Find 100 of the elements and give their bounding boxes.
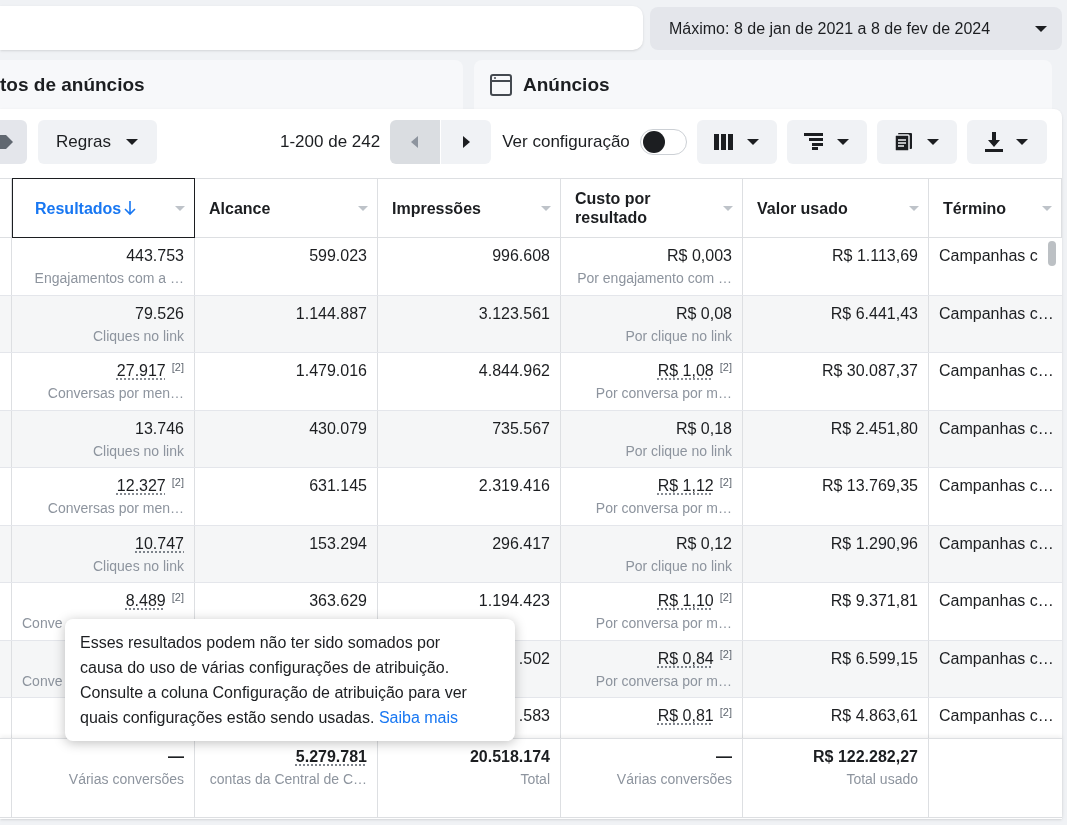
- export-button[interactable]: [966, 119, 1047, 164]
- cell-value: R$ 1.290,96: [830, 534, 918, 552]
- column-header[interactable]: Custo por resultado: [561, 179, 743, 237]
- cell-value: 4.844.962: [478, 362, 550, 379]
- tag-icon: [0, 132, 14, 151]
- cell-value: R$ 1,08: [657, 362, 714, 379]
- next-icon: [462, 135, 471, 148]
- cell-value: 996.608: [492, 247, 550, 264]
- cell-value: 296.417: [492, 534, 550, 552]
- cell-value: 735.567: [492, 419, 550, 437]
- sort-down-icon: [124, 200, 137, 216]
- cell-value: R$ 9.371,81: [830, 592, 918, 609]
- cell-value: R$ 1,12: [657, 477, 714, 494]
- caret-icon: [1014, 137, 1029, 146]
- cell-value: R$ 0,18: [675, 419, 732, 437]
- cell-value: R$ 0,84: [657, 649, 714, 667]
- reports-button[interactable]: [876, 119, 957, 164]
- dropdown-icon: [908, 204, 920, 212]
- cell-caption: Engajamentos com a …: [33, 270, 184, 287]
- cell-value: Campanhas c…: [939, 707, 1054, 724]
- cell-caption: contas da Central de C…: [208, 771, 367, 788]
- cell-value: 599.023: [309, 247, 367, 264]
- cell-value: R$ 0,003: [667, 247, 732, 264]
- cell-value: Campanhas c…: [939, 304, 1054, 322]
- dropdown-icon: [174, 204, 186, 212]
- cell-caption: Por clique no link: [624, 557, 732, 575]
- cell-value: 79.526: [135, 304, 184, 322]
- columns-button[interactable]: [696, 119, 777, 164]
- cell-value: R$ 2.451,80: [830, 419, 918, 437]
- pagination-text: 1-200 de 242: [280, 130, 381, 153]
- footnote-mark: [2]: [171, 475, 184, 488]
- cell-value: R$ 4.863,61: [830, 707, 918, 724]
- cell-value: R$ 1.113,69: [832, 247, 918, 264]
- cell-value: 1.479.016: [295, 362, 367, 379]
- column-header[interactable]: Término: [929, 179, 1062, 237]
- tooltip-text: Esses resultados podem não ter sido somados por causa do uso de várias configurações de atribuição. Consulte a coluna Configuração de atribuição para ver quais configurações estão sendo usadas. Saiba mais: [80, 633, 468, 728]
- column-header[interactable]: Resultados: [12, 178, 195, 238]
- cell-caption: Por conversa por m…: [594, 672, 732, 690]
- cell-value: Campanhas c…: [939, 362, 1054, 379]
- footnote-mark: [2]: [171, 360, 184, 373]
- total-value: 20.518.174: [469, 748, 550, 765]
- column-header[interactable]: Impressões: [378, 179, 561, 237]
- cell-value: .583: [518, 707, 550, 724]
- dropdown-icon: [722, 204, 734, 212]
- cell-caption: Cliques no link: [91, 557, 184, 575]
- cell-caption: Por clique no link: [624, 442, 732, 460]
- cell-caption: Total: [519, 771, 550, 788]
- rules-button[interactable]: Regras: [38, 119, 157, 164]
- tab[interactable]: tos de anúncios: [0, 60, 463, 110]
- cell-value: R$ 30.087,37: [821, 362, 918, 379]
- cell-value: 1.194.423: [478, 592, 550, 609]
- cell-caption: Por conversa por m…: [594, 500, 732, 517]
- cell-value: 1.144.887: [295, 304, 367, 322]
- caret-icon: [1034, 24, 1048, 33]
- date-range-button[interactable]: Máximo: 8 de jan de 2021 a 8 de fev de 2024: [650, 7, 1062, 50]
- cell-caption: Cliques no link: [91, 327, 184, 345]
- scrollbar-thumb[interactable]: [1048, 241, 1056, 266]
- caret-icon: [745, 137, 760, 146]
- footnote-mark: [2]: [719, 705, 732, 718]
- breakdown-icon: [803, 133, 824, 150]
- cell-value: 363.629: [309, 592, 367, 609]
- cell-value: 27.917: [116, 362, 166, 379]
- cell-value: 12.327: [116, 477, 166, 494]
- search-field[interactable]: [0, 6, 643, 50]
- breakdown-button[interactable]: [786, 119, 867, 164]
- cell-value: R$ 6.441,43: [830, 304, 918, 322]
- cell-value: 443.753: [126, 247, 184, 264]
- dropdown-icon: [1041, 204, 1053, 212]
- footnote-mark: [2]: [719, 648, 732, 660]
- cell-caption: Por conversa por m…: [594, 385, 732, 402]
- cell-value: Campanhas c…: [939, 534, 1054, 552]
- cell-value: R$ 0,08: [675, 304, 732, 322]
- cell-value: Campanhas c…: [939, 419, 1054, 437]
- cell-value: R$ 6.599,15: [830, 649, 918, 667]
- cell-caption: Conversas por men…: [46, 500, 184, 517]
- total-value: —: [168, 748, 184, 765]
- toggle-switch[interactable]: [639, 128, 687, 155]
- column-header[interactable]: Valor usado: [743, 179, 929, 237]
- cell-caption: Por engajamento com …: [576, 270, 732, 287]
- caret-icon: [835, 137, 850, 146]
- cell-caption: Conve: [22, 672, 64, 690]
- total-value: 5.279.781: [295, 748, 367, 765]
- cell-caption: Total usado: [845, 771, 918, 788]
- cell-value: R$ 0,81: [657, 707, 714, 724]
- tab[interactable]: Anúncios: [474, 60, 1052, 110]
- cell-value: 430.079: [309, 419, 367, 437]
- cell-caption: Várias conversões: [67, 771, 184, 788]
- cell-value: 631.145: [309, 477, 367, 494]
- view-settings-label: Ver configuração: [502, 130, 630, 153]
- cell-caption: Cliques no link: [91, 442, 184, 460]
- footnote-mark: [2]: [719, 590, 732, 603]
- tag-button[interactable]: [0, 119, 27, 164]
- cell-caption: Várias conversões: [615, 771, 732, 788]
- dropdown-icon: [540, 204, 552, 212]
- ad-icon: [489, 73, 513, 97]
- column-header[interactable]: Alcance: [195, 179, 378, 237]
- cell-value: Campanhas c…: [939, 477, 1054, 494]
- cell-value: .502: [518, 649, 550, 667]
- cell-value: Campanhas c: [939, 247, 1038, 264]
- learn-more-link[interactable]: Saiba mais: [378, 709, 459, 726]
